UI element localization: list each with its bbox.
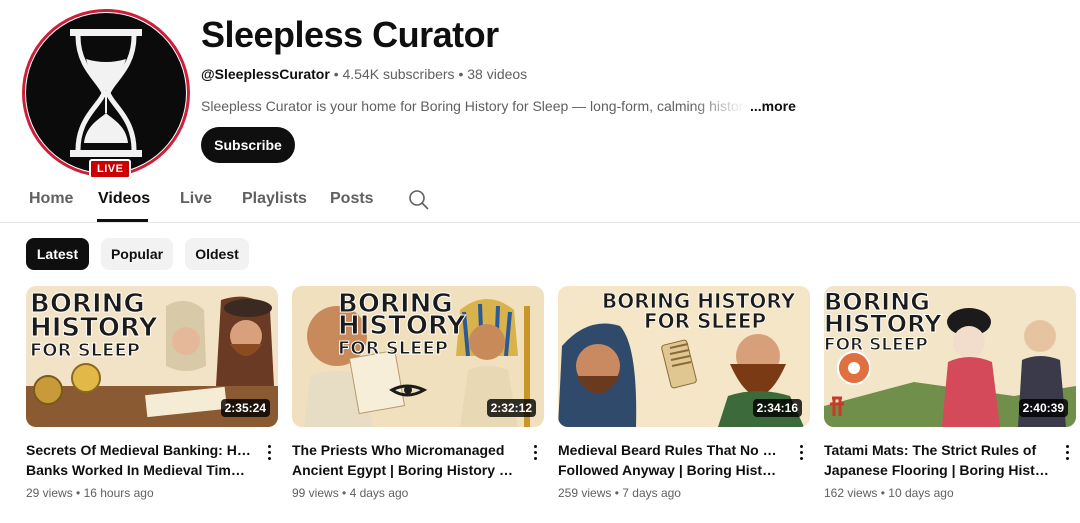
thumb-text: HISTORY bbox=[30, 313, 159, 343]
video-duration: 2:40:39 bbox=[1018, 399, 1068, 417]
live-badge[interactable]: LIVE bbox=[89, 159, 132, 179]
video-meta: 162 views • 10 days ago bbox=[824, 486, 954, 500]
meta-separator: • bbox=[614, 486, 619, 500]
meta-separator: • bbox=[458, 66, 464, 82]
channel-avatar[interactable]: LIVE bbox=[22, 9, 190, 179]
filter-latest[interactable]: Latest bbox=[26, 238, 89, 270]
description-text: Sleepless Curator is your home for Borin… bbox=[201, 98, 746, 114]
title-line: The Priests Who Micromanaged bbox=[292, 442, 505, 458]
thumb-text: FOR SLEEP bbox=[338, 338, 448, 359]
subscribe-button[interactable]: Subscribe bbox=[201, 127, 295, 163]
video-title[interactable]: Secrets Of Medieval Banking: How Banks W… bbox=[26, 440, 252, 480]
filter-oldest[interactable]: Oldest bbox=[185, 238, 249, 270]
thumb-text: HISTORY bbox=[338, 311, 467, 341]
video-card[interactable]: BORING HISTORY FOR SLEEP 2:34:16 Medieva… bbox=[558, 286, 810, 500]
upload-age: 16 hours ago bbox=[83, 486, 154, 500]
channel-description: Sleepless Curator is your home for Borin… bbox=[201, 98, 801, 114]
video-title[interactable]: Tatami Mats: The Strict Rules of Japanes… bbox=[824, 440, 1050, 480]
more-options-icon[interactable] bbox=[262, 442, 276, 462]
video-duration: 2:34:16 bbox=[752, 399, 802, 417]
active-tab-indicator bbox=[97, 219, 148, 222]
meta-separator: • bbox=[333, 66, 339, 82]
more-options-icon[interactable] bbox=[528, 442, 542, 462]
video-meta: 99 views • 4 days ago bbox=[292, 486, 408, 500]
video-title[interactable]: Medieval Beard Rules That No One Followe… bbox=[558, 440, 784, 480]
video-thumbnail[interactable]: BORING HISTORY FOR SLEEP 2:32:12 bbox=[292, 286, 544, 427]
video-thumbnail[interactable]: BORING HISTORY FOR SLEEP 2:40:39 bbox=[824, 286, 1076, 427]
video-duration: 2:35:24 bbox=[220, 399, 270, 417]
tab-videos[interactable]: Videos bbox=[98, 190, 150, 208]
tab-live[interactable]: Live bbox=[180, 190, 212, 208]
title-line: Banks Worked In Medieval Times | Boring … bbox=[26, 462, 252, 478]
title-line: Followed Anyway | Boring History For Sle… bbox=[558, 462, 784, 478]
upload-age: 7 days ago bbox=[622, 486, 681, 500]
more-options-icon[interactable] bbox=[794, 442, 808, 462]
hourglass-icon bbox=[70, 29, 142, 157]
title-line: Medieval Beard Rules That No One bbox=[558, 442, 784, 458]
tab-home[interactable]: Home bbox=[29, 190, 73, 208]
meta-separator: • bbox=[880, 486, 885, 500]
title-line: Tatami Mats: The Strict Rules of bbox=[824, 442, 1037, 458]
avatar-image bbox=[26, 13, 186, 173]
meta-separator: • bbox=[76, 486, 81, 500]
thumb-text: HISTORY bbox=[824, 310, 942, 338]
video-thumbnail[interactable]: BORING HISTORY FOR SLEEP 2:35:24 bbox=[26, 286, 278, 427]
more-link[interactable]: ...more bbox=[750, 98, 796, 114]
video-duration: 2:32:12 bbox=[486, 399, 536, 417]
upload-age: 10 days ago bbox=[888, 486, 954, 500]
thumb-text: FOR SLEEP bbox=[824, 335, 928, 355]
channel-name: Sleepless Curator bbox=[201, 14, 499, 55]
title-line: Japanese Flooring | Boring History For S… bbox=[824, 462, 1050, 478]
thumb-text: FOR SLEEP bbox=[644, 309, 766, 333]
title-line: Secrets Of Medieval Banking: How bbox=[26, 442, 252, 458]
video-card[interactable]: BORING HISTORY FOR SLEEP 2:40:39 Tatami … bbox=[824, 286, 1076, 500]
more-options-icon[interactable] bbox=[1060, 442, 1074, 462]
video-meta: 259 views • 7 days ago bbox=[558, 486, 681, 500]
video-thumbnail[interactable]: BORING HISTORY FOR SLEEP 2:34:16 bbox=[558, 286, 810, 427]
thumb-text: FOR SLEEP bbox=[30, 340, 140, 361]
upload-age: 4 days ago bbox=[349, 486, 409, 500]
view-count: 162 views bbox=[824, 486, 878, 500]
search-icon[interactable] bbox=[408, 189, 430, 211]
view-count: 99 views bbox=[292, 486, 339, 500]
title-line: Ancient Egypt | Boring History For Sleep bbox=[292, 462, 518, 478]
video-title[interactable]: The Priests Who Micromanaged Ancient Egy… bbox=[292, 440, 518, 480]
meta-separator: • bbox=[342, 486, 347, 500]
video-count: 38 videos bbox=[467, 66, 528, 82]
tab-playlists[interactable]: Playlists bbox=[242, 190, 307, 208]
channel-meta: @SleeplessCurator • 4.54K subscribers • … bbox=[201, 66, 527, 82]
video-card[interactable]: BORING HISTORY FOR SLEEP 2:35:24 Secrets… bbox=[26, 286, 278, 500]
channel-tabs: Home Videos Live Playlists Posts bbox=[0, 178, 1080, 223]
tab-posts[interactable]: Posts bbox=[330, 190, 374, 208]
view-count: 259 views bbox=[558, 486, 612, 500]
subscriber-count: 4.54K subscribers bbox=[342, 66, 455, 82]
channel-handle: @SleeplessCurator bbox=[201, 66, 330, 82]
view-count: 29 views bbox=[26, 486, 73, 500]
video-card[interactable]: BORING HISTORY FOR SLEEP 2:32:12 The Pri… bbox=[292, 286, 544, 500]
filter-popular[interactable]: Popular bbox=[101, 238, 173, 270]
video-meta: 29 views • 16 hours ago bbox=[26, 486, 154, 500]
